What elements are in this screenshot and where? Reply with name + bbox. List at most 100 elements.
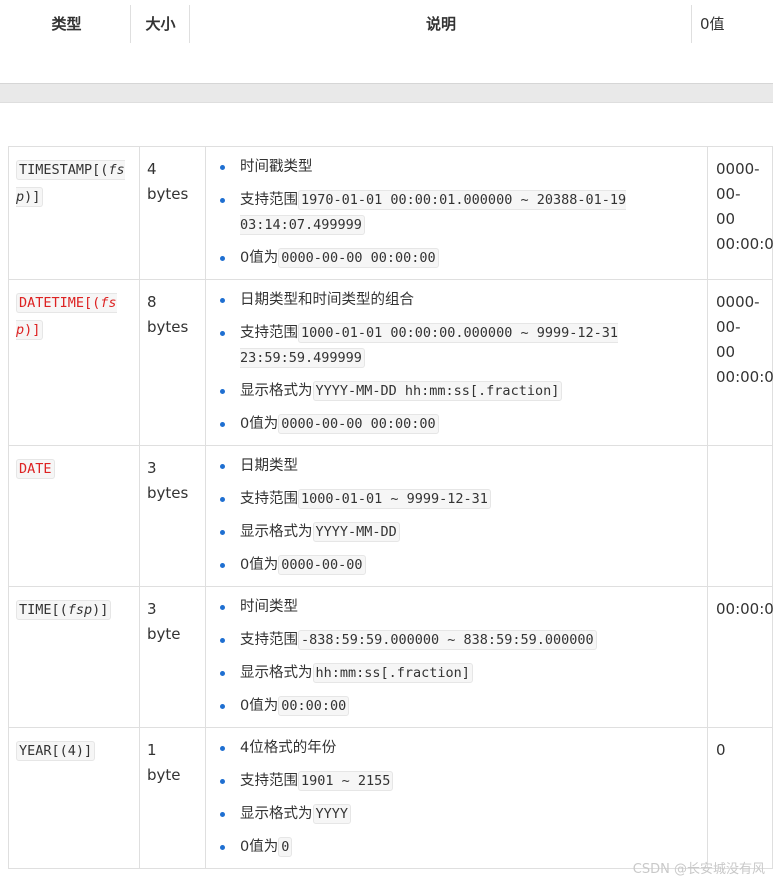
bullet-text: 支持范围 (240, 325, 298, 341)
size-text: bytes (147, 185, 189, 203)
list-item: 支持范围 1901 ~ 2155 (220, 769, 707, 794)
bullet-list: 日期类型支持范围 1000-01-01 ~ 9999-12-31 显示格式为 YYYY… (206, 446, 707, 586)
type-code-part: TIMESTAMP[( (19, 162, 109, 178)
header-description: 说明 (191, 5, 691, 43)
header-divider (189, 5, 190, 43)
table-row: TIME[(fsp)] 3 byte 时间类型支持范围 -838:59:59.00000… (8, 586, 773, 728)
watermark: CSDN @长安城没有风 (632, 862, 765, 877)
list-item: 日期类型和时间类型的组合 (220, 288, 707, 313)
bullet-text: 4位格式的年份 (240, 740, 337, 756)
zero-value-text: 0000-00- (716, 160, 760, 203)
header-divider (691, 5, 692, 43)
bullet-list: 时间戳类型支持范围 1970-01-01 00:00:01.000000 ~ 20… (206, 147, 707, 279)
type-code: DATETIME[(fsp)] (16, 293, 117, 340)
inline-code: 0000-00-00 00:00:00 (278, 414, 439, 434)
type-code-part: )] (24, 322, 41, 338)
zero-value-text: 00 (716, 343, 736, 361)
bullet-list: 4位格式的年份 支持范围 1901 ~ 2155 显示格式为 YYYY 0值为 0 (206, 728, 707, 868)
zero-value-text: 0 (716, 741, 726, 759)
type-code-part: )] (92, 602, 109, 618)
type-cell: DATE (8, 445, 140, 587)
type-cell: DATETIME[(fsp)] (8, 279, 140, 446)
zero-value-cell: 0000-00- 00 00:00:00 (707, 279, 773, 446)
bullet-list: 日期类型和时间类型的组合支持范围 1000-01-01 00:00:00.0000… (206, 280, 707, 445)
inline-code: -838:59:59.000000 ~ 838:59:59.000000 (298, 630, 597, 650)
size-text: 1 (147, 741, 157, 759)
bullet-text: 0值为 (240, 250, 279, 266)
bullet-text: 显示格式为 (240, 524, 313, 540)
table-row: DATE 3 bytes 日期类型 支持范围 1000-01-01 ~ 9999-12-3… (8, 445, 773, 587)
zero-value-cell: 0 (707, 727, 773, 869)
inline-code: 1000-01-01 ~ 9999-12-31 (298, 489, 491, 509)
type-code-part: YEAR[(4)] (19, 743, 93, 759)
header-divider (130, 5, 131, 43)
description-cell: 时间类型支持范围 -838:59:59.000000 ~ 838:59:59.00… (205, 586, 708, 728)
table-row: YEAR[(4)] 1 byte 4位格式的年份 支持范围 1901 ~ 2155 显示格式… (8, 727, 773, 869)
size-text: bytes (147, 318, 189, 336)
list-item: 支持范围 1970-01-01 00:00:01.000000 ~ 20388-0… (220, 188, 707, 238)
bullet-text: 显示格式为 (240, 806, 313, 822)
list-item: 0值为 0000-00-00 00:00:00 (220, 246, 707, 271)
type-code: YEAR[(4)] (16, 741, 96, 761)
bullet-text: 支持范围 (240, 773, 298, 789)
bullet-text: 支持范围 (240, 192, 298, 208)
inline-code: 1970-01-01 00:00:01.000000 ~ 20388-01-19… (240, 190, 627, 235)
type-code-part: fsp (67, 602, 93, 618)
inline-code: YYYY-MM-DD hh:mm:ss[.fraction] (312, 381, 563, 401)
inline-code: 0 (278, 837, 293, 857)
type-code: TIME[(fsp)] (16, 600, 112, 620)
header-zero-value: 0值 (700, 5, 770, 43)
list-item: 日期类型 (220, 454, 707, 479)
type-code-part: )] (24, 189, 41, 205)
inline-code: 0000-00-00 00:00:00 (278, 248, 439, 268)
inline-code: YYYY-MM-DD (312, 522, 400, 542)
type-code-part: DATE (19, 461, 52, 477)
bullet-text: 显示格式为 (240, 665, 313, 681)
inline-code: 00:00:00 (278, 696, 350, 716)
scroll-divider-band (0, 83, 773, 103)
description-cell: 4位格式的年份 支持范围 1901 ~ 2155 显示格式为 YYYY 0值为 0 (205, 727, 708, 869)
list-item: 0值为 00:00:00 (220, 694, 707, 719)
list-item: 显示格式为 YYYY-MM-DD hh:mm:ss[.fraction] (220, 379, 707, 404)
bullet-text: 0值为 (240, 839, 279, 855)
zero-value-text: 00:00:00 (716, 368, 773, 386)
list-item: 0值为 0000-00-00 00:00:00 (220, 412, 707, 437)
size-text: byte (147, 625, 181, 643)
table-row: DATETIME[(fsp)] 8 bytes 日期类型和时间类型的组合支持范围 100… (8, 279, 773, 446)
list-item: 时间戳类型 (220, 155, 707, 180)
bullet-text: 支持范围 (240, 491, 298, 507)
bullet-text: 显示格式为 (240, 383, 313, 399)
inline-code: 1901 ~ 2155 (298, 771, 394, 791)
type-cell: TIME[(fsp)] (8, 586, 140, 728)
list-item: 显示格式为 hh:mm:ss[.fraction] (220, 661, 707, 686)
size-text: 8 (147, 293, 157, 311)
list-item: 支持范围 -838:59:59.000000 ~ 838:59:59.000000 (220, 628, 707, 653)
bullet-text: 日期类型 (240, 458, 298, 474)
list-item: 支持范围 1000-01-01 ~ 9999-12-31 (220, 487, 707, 512)
zero-value-cell: 0000-00- 00 00:00:00 (707, 146, 773, 280)
table-header: 类型 大小 说明 0值 (0, 0, 773, 45)
zero-value-text: 00:00:00 (716, 235, 773, 253)
header-size: 大小 (132, 5, 189, 43)
size-text: 3 (147, 600, 157, 618)
size-cell: 4 bytes (139, 146, 206, 280)
type-code-part: DATETIME[( (19, 295, 101, 311)
size-cell: 1 byte (139, 727, 206, 869)
bullet-text: 日期类型和时间类型的组合 (240, 292, 414, 308)
zero-value-cell: 00:00:00 (707, 586, 773, 728)
type-cell: TIMESTAMP[(fsp)] (8, 146, 140, 280)
list-item: 0值为 0000-00-00 (220, 553, 707, 578)
bullet-text: 0值为 (240, 557, 279, 573)
zero-value-text: 0000-00- (716, 293, 760, 336)
list-item: 0值为 0 (220, 835, 707, 860)
type-code: TIMESTAMP[(fsp)] (16, 160, 125, 207)
size-cell: 3 bytes (139, 445, 206, 587)
zero-value-text: 00 (716, 210, 736, 228)
zero-value-text: 00:00:00 (716, 600, 773, 618)
inline-code: hh:mm:ss[.fraction] (312, 663, 473, 683)
type-cell: YEAR[(4)] (8, 727, 140, 869)
zero-value-cell (707, 445, 773, 587)
list-item: 支持范围 1000-01-01 00:00:00.000000 ~ 9999-12… (220, 321, 707, 371)
bullet-text: 时间类型 (240, 599, 298, 615)
size-text: 4 (147, 160, 157, 178)
